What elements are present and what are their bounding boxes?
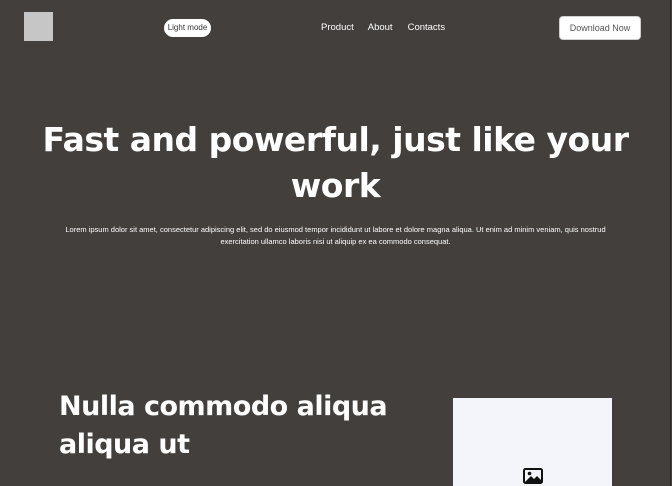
nav-product[interactable]: Product xyxy=(321,22,354,33)
main-nav: Product About Contacts xyxy=(321,22,445,33)
section-title: Nulla commodo aliqua aliqua ut xyxy=(59,391,388,460)
hero-description: Lorem ipsum dolor sit amet, consectetur … xyxy=(65,225,606,246)
download-now-button[interactable]: Download Now xyxy=(559,16,641,40)
light-mode-toggle[interactable]: Light mode xyxy=(164,19,211,37)
page: Light mode Product About Contacts Downlo… xyxy=(0,0,671,486)
image-placeholder xyxy=(453,398,612,486)
nav-contacts[interactable]: Contacts xyxy=(408,22,446,33)
logo-placeholder[interactable] xyxy=(24,12,53,41)
image-icon xyxy=(523,468,543,484)
hero-title: Fast and powerful, just like your work xyxy=(42,120,630,205)
nav-about[interactable]: About xyxy=(368,22,393,33)
